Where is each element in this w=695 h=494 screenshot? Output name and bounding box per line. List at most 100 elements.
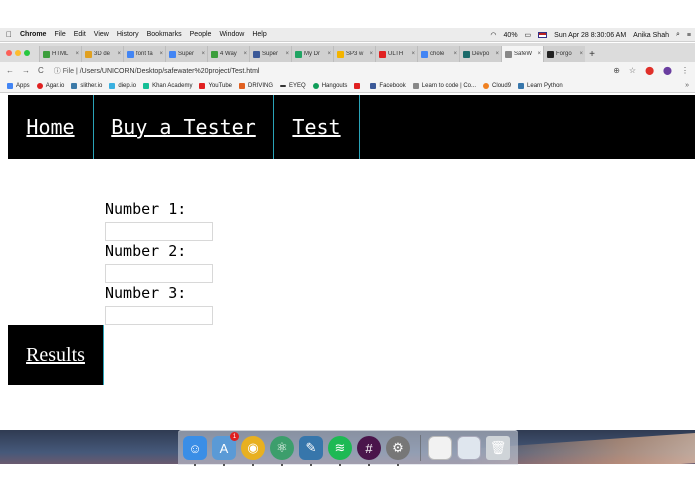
dock-separator bbox=[420, 435, 421, 461]
menu-view[interactable]: View bbox=[94, 31, 109, 38]
more-bookmarks-icon[interactable]: » bbox=[685, 82, 689, 89]
new-tab-button[interactable]: + bbox=[585, 46, 599, 62]
bookmark-youtube[interactable]: YouTube bbox=[199, 82, 232, 89]
close-window-icon[interactable] bbox=[6, 49, 12, 56]
browser-tab[interactable]: 4 Way × bbox=[207, 46, 249, 62]
bookmark-slither[interactable]: slither.io bbox=[71, 82, 102, 89]
bookmark-learn-to-code[interactable]: Learn to code | Co... bbox=[412, 82, 476, 89]
browser-tab[interactable]: HTML × bbox=[39, 46, 81, 62]
bookmark-cloud9[interactable]: Cloud9 bbox=[483, 82, 511, 89]
menu-bookmarks[interactable]: Bookmarks bbox=[147, 31, 182, 38]
menu-people[interactable]: People bbox=[190, 31, 212, 38]
bookmark-apps[interactable]: Apps bbox=[7, 82, 30, 89]
dock-app-spotify[interactable]: ≋ bbox=[327, 435, 353, 466]
back-icon[interactable]: ← bbox=[6, 66, 14, 75]
menu-history[interactable]: History bbox=[117, 31, 139, 38]
forward-icon[interactable]: → bbox=[22, 66, 30, 75]
wifi-icon[interactable]: ◠ bbox=[490, 31, 496, 39]
tab-close-icon[interactable]: × bbox=[453, 51, 457, 57]
nav-link-buy-a-tester[interactable]: Buy a Tester bbox=[94, 95, 274, 159]
bookmark-learn-python[interactable]: Learn Python bbox=[518, 82, 563, 89]
dock-document[interactable] bbox=[427, 435, 453, 461]
tab-close-icon[interactable]: × bbox=[159, 51, 163, 57]
zoom-window-icon[interactable] bbox=[24, 49, 30, 56]
menu-app-name[interactable]: Chrome bbox=[20, 31, 46, 38]
menu-window[interactable]: Window bbox=[219, 31, 244, 38]
slack-icon: # bbox=[357, 436, 381, 460]
extension-icon[interactable]: ⬤ bbox=[645, 66, 654, 75]
dock-app-atom[interactable]: ⚛ bbox=[269, 435, 295, 466]
reload-icon[interactable]: C bbox=[38, 66, 44, 75]
page-icon bbox=[412, 82, 419, 89]
browser-tab[interactable]: Forgo × bbox=[543, 46, 585, 62]
tab-close-icon[interactable]: × bbox=[75, 51, 79, 57]
dock-app-system-preferences[interactable]: ⚙ bbox=[385, 435, 411, 466]
running-indicator bbox=[281, 464, 283, 466]
user-name[interactable]: Anika Shah bbox=[633, 32, 669, 39]
results-link[interactable]: Results bbox=[8, 325, 104, 385]
bookmark-diep[interactable]: diep.io bbox=[109, 82, 136, 89]
url-field[interactable]: ⓘ File | /Users/UNICORN/Desktop/safewate… bbox=[54, 66, 260, 76]
profile-avatar-icon[interactable]: ⬤ bbox=[663, 66, 672, 75]
browser-tab-active[interactable]: SafeW × bbox=[501, 46, 543, 62]
tab-close-icon[interactable]: × bbox=[369, 51, 373, 57]
window-controls bbox=[0, 43, 39, 62]
number-3-input[interactable] bbox=[105, 306, 213, 325]
info-icon[interactable]: ⓘ bbox=[54, 68, 63, 75]
bookmark-khan-academy[interactable]: Khan Academy bbox=[143, 82, 192, 89]
top-strip bbox=[0, 0, 695, 28]
nav-link-home[interactable]: Home bbox=[8, 95, 94, 159]
datetime[interactable]: Sun Apr 28 8:30:06 AM bbox=[554, 32, 626, 39]
dock-app-finder[interactable]: ☺ bbox=[182, 435, 208, 466]
tab-close-icon[interactable]: × bbox=[579, 51, 583, 57]
tab-close-icon[interactable]: × bbox=[537, 51, 541, 57]
tab-close-icon[interactable]: × bbox=[243, 51, 247, 57]
dock-app-chrome[interactable]: ◉ bbox=[240, 435, 266, 466]
browser-tab[interactable]: ULTH × bbox=[375, 46, 417, 62]
browser-tab[interactable]: SP3 w × bbox=[333, 46, 375, 62]
apple-menu-icon[interactable]:  bbox=[6, 30, 12, 39]
dock-app-app-store[interactable]: A1 bbox=[211, 432, 239, 466]
spotlight-search-icon[interactable]: ⌕ bbox=[676, 31, 680, 39]
bookmark-hangouts[interactable]: Hangouts bbox=[312, 82, 347, 89]
dock-app-python[interactable]: ✎ bbox=[298, 435, 324, 466]
zoom-icon[interactable]: ⊕ bbox=[613, 66, 620, 75]
bookmark-star-icon[interactable]: ☆ bbox=[629, 66, 636, 75]
number-1-input[interactable] bbox=[105, 222, 213, 241]
browser-tab[interactable]: Devpo × bbox=[459, 46, 501, 62]
menu-edit[interactable]: Edit bbox=[74, 31, 86, 38]
tab-close-icon[interactable]: × bbox=[411, 51, 415, 57]
tab-close-icon[interactable]: × bbox=[117, 51, 121, 57]
number-2-label: Number 2: bbox=[105, 242, 187, 260]
browser-tab[interactable]: My Dr × bbox=[291, 46, 333, 62]
bookmark-agar[interactable]: Agar.io bbox=[36, 82, 64, 89]
bookmark-unlabeled[interactable] bbox=[354, 82, 363, 89]
nav-link-test[interactable]: Test bbox=[274, 95, 360, 159]
browser-tab[interactable]: Super × bbox=[165, 46, 207, 62]
menu-file[interactable]: File bbox=[54, 31, 65, 38]
tab-close-icon[interactable]: × bbox=[495, 51, 499, 57]
browser-tab[interactable]: Super × bbox=[249, 46, 291, 62]
number-2-input[interactable] bbox=[105, 264, 213, 283]
minimize-window-icon[interactable] bbox=[15, 49, 21, 56]
tab-close-icon[interactable]: × bbox=[285, 51, 289, 57]
bookmark-facebook[interactable]: Facebook bbox=[370, 82, 406, 89]
browser-tab[interactable]: chole × bbox=[417, 46, 459, 62]
bookmark-driving[interactable]: DRIVING bbox=[239, 82, 273, 89]
dock-app-slack[interactable]: # bbox=[356, 435, 382, 466]
dock-trash[interactable]: 🗑 bbox=[485, 435, 511, 461]
notification-center-icon[interactable]: ≡ bbox=[687, 32, 691, 39]
tab-close-icon[interactable]: × bbox=[201, 51, 205, 57]
battery-icon[interactable]: ▭ bbox=[525, 31, 532, 39]
input-source-flag-icon[interactable] bbox=[538, 32, 548, 38]
tab-close-icon[interactable]: × bbox=[327, 51, 331, 57]
battery-percent[interactable]: 40% bbox=[504, 32, 518, 39]
bookmark-eyeq[interactable]: EYEQ bbox=[280, 83, 306, 89]
browser-tab[interactable]: 3D de × bbox=[81, 46, 123, 62]
dock-downloads[interactable] bbox=[456, 435, 482, 461]
menu-help[interactable]: Help bbox=[252, 31, 266, 38]
chrome-menu-icon[interactable]: ⋮ bbox=[681, 66, 689, 75]
browser-tab[interactable]: font fa × bbox=[123, 46, 165, 62]
spotify-icon: ≋ bbox=[328, 436, 352, 460]
number-3-label: Number 3: bbox=[105, 284, 187, 302]
